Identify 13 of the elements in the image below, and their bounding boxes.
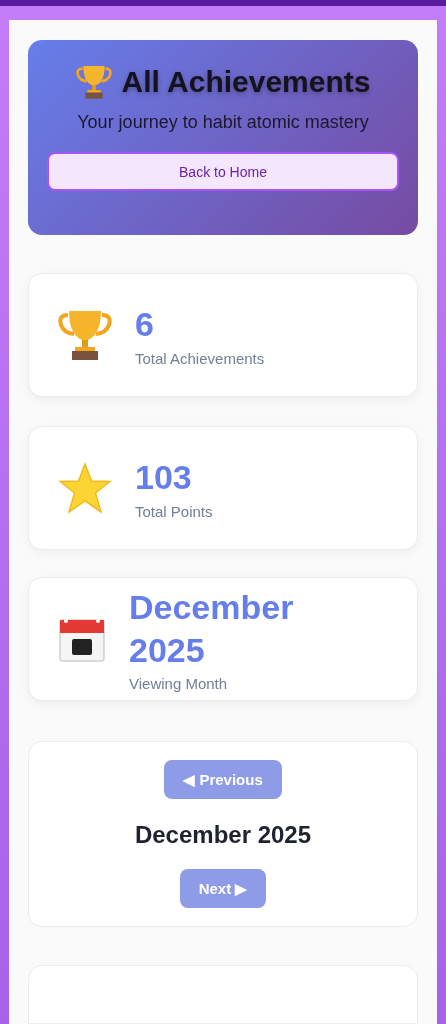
star-icon bbox=[58, 462, 112, 514]
page-subtitle: Your journey to habit atomic mastery bbox=[77, 112, 369, 133]
month-label: December 2025 bbox=[134, 821, 312, 849]
stat-label: Total Points bbox=[135, 502, 213, 520]
page-title: All Achievements bbox=[121, 65, 371, 99]
trophy-icon bbox=[75, 64, 112, 100]
trophy-icon bbox=[58, 309, 112, 361]
stat-label: Total Achievements bbox=[135, 349, 265, 367]
stat-label: Viewing Month bbox=[129, 675, 229, 692]
stat-value: 103 bbox=[135, 457, 193, 499]
stat-value: December 2025 bbox=[129, 587, 295, 671]
stat-value: 6 bbox=[135, 304, 155, 346]
back-button[interactable]: Back to Home bbox=[47, 152, 399, 191]
